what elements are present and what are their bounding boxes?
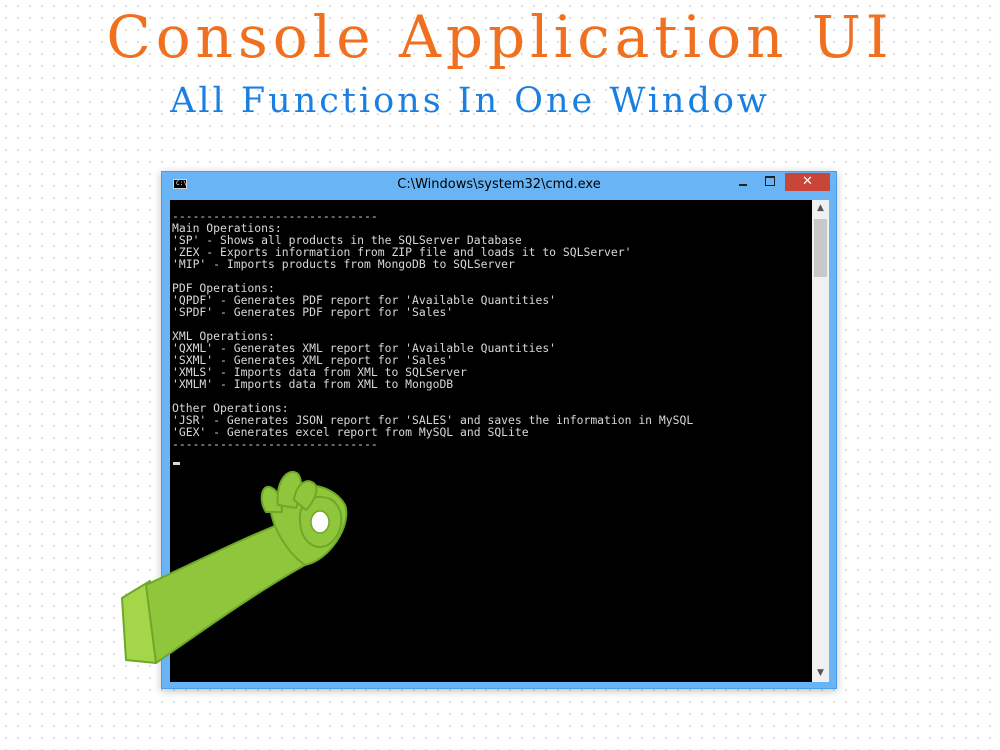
ok-hand-icon: [121, 471, 348, 664]
